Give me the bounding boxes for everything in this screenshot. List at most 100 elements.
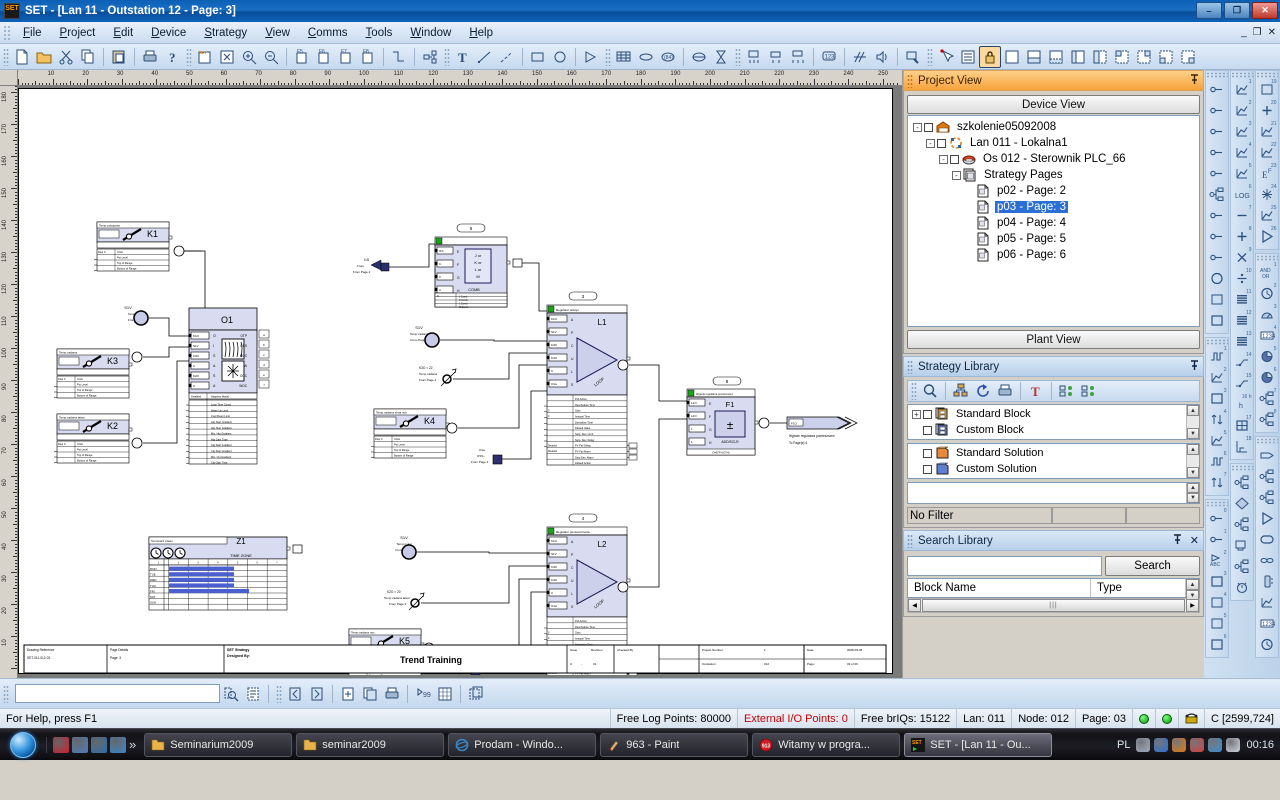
column-block-name[interactable]: Block Name [908,579,1091,597]
updown-icon[interactable]: 4 [1206,409,1228,430]
minus-icon[interactable]: 7 [1231,205,1253,226]
show-desktop-icon[interactable] [72,736,88,753]
page-f6-icon[interactable]: F6 [313,46,335,68]
tree-expander[interactable]: + [912,409,921,419]
scroll-left-button[interactable]: ◀ [908,599,921,612]
layout-left-icon[interactable] [1067,46,1089,68]
palette-grip[interactable] [1230,465,1253,471]
library-item[interactable]: + Standard Block [910,406,1184,422]
tree-item-szkolenie05092008[interactable]: - szkolenie05092008 [910,119,1197,135]
taskbar-item-0[interactable]: Seminarium2009 [144,732,293,757]
taskbar-item-3[interactable]: 963 - Paint [600,732,749,757]
scroll-up-button[interactable]: ▲ [1187,405,1199,416]
align-middle-icon[interactable] [765,46,787,68]
pin-icon[interactable] [1186,73,1203,88]
print-icon[interactable] [139,46,161,68]
find-list-icon[interactable] [242,683,264,705]
page-grid-icon[interactable] [434,683,456,705]
tree-checkbox[interactable] [937,138,946,148]
rectangle-tool-icon[interactable] [527,46,549,68]
block-list-box[interactable]: + Standard Block Custom Block ▲ ▼ [907,404,1200,440]
print-library-icon[interactable] [994,380,1016,402]
abc-icon[interactable]: ABC 2 [1206,550,1228,571]
tree-item-p05[interactable]: p05 - Page: 5 [910,231,1197,247]
plus-icon[interactable]: 8 [1231,226,1253,247]
taskbar-item-4[interactable]: 913 Witamy w progra... [752,732,901,757]
gauge-icon[interactable]: 3 [1256,304,1278,325]
node7-icon[interactable]: 7 [1256,388,1278,409]
solution-list-box[interactable]: Standard Solution Custom Solution ▲ ▼ [907,443,1200,479]
palette-grip[interactable] [1205,501,1228,507]
tree-item-lan[interactable]: - Lan 011 - Lokalna1 [910,135,1197,151]
wave-icon[interactable]: 6 [1206,451,1228,472]
pointer-select-icon[interactable] [935,46,957,68]
line-tool-icon[interactable] [474,46,496,68]
close-button[interactable]: ✕ [1252,2,1278,19]
new-file-icon[interactable] [11,46,33,68]
strategy-diagram[interactable]: Temp pokojowaK1KNOBDisp C UnitsPot LevelT… [19,89,894,678]
tree-item-strategy[interactable]: - Strategy Pages [910,167,1197,183]
tree-item-p06[interactable]: p06 - Page: 6 [910,247,1197,263]
toolbar-grip[interactable] [735,47,741,66]
list-view-icon[interactable] [957,46,979,68]
strategy-canvas-area[interactable]: 10 20 30 40 50 60 70 80 90 100 110 120 130 140 150 160 1… [0,70,902,678]
library-checkbox[interactable] [923,409,932,419]
findbar-grip[interactable] [3,684,9,703]
tree-expander[interactable]: - [939,154,948,164]
library-checkbox[interactable] [923,448,932,458]
align-bottom-icon[interactable] [743,46,765,68]
taskbar-item-5[interactable]: SET SET - [Lan 11 - Ou... [904,732,1053,757]
curve3-icon[interactable]: 3 [1231,121,1253,142]
menu-strategy[interactable]: Strategy [195,24,256,42]
pie1-icon[interactable]: 5 [1256,346,1278,367]
library-detail-scrollbar[interactable]: ▲ ▼ [1186,483,1199,503]
bars2-icon[interactable]: 12 [1231,310,1253,331]
flow-icon[interactable] [1231,514,1253,535]
scroll-right-button[interactable]: ▶ [1186,599,1199,612]
arrow-tool-icon[interactable] [580,46,602,68]
scroll-down-button[interactable]: ▼ [1187,493,1199,503]
maximize-button[interactable]: ❐ [1224,2,1250,19]
menu-comms[interactable]: Comms [299,24,357,42]
find-next-icon[interactable] [220,683,242,705]
tree-expander[interactable]: - [913,122,922,132]
network-tray-icon[interactable] [1208,737,1223,752]
search-button[interactable]: Search [1105,556,1200,576]
scroll-up-button[interactable]: ▲ [1187,444,1199,455]
menu-file[interactable]: File [14,24,51,42]
scroll-up-button[interactable]: ▲ [1186,579,1199,590]
clock2-icon[interactable] [1256,634,1278,655]
zoom-out-icon[interactable] [260,46,282,68]
tree-expander[interactable]: - [952,170,961,180]
arrows-icon[interactable]: 7 [1206,472,1228,493]
palette-grip[interactable] [1255,438,1278,444]
switch-icon[interactable]: 14 [1231,352,1253,373]
id-tool-icon[interactable] [688,46,710,68]
tree-item-p04[interactable]: p04 - Page: 4 [910,215,1197,231]
page-f7-icon[interactable]: F7 [335,46,357,68]
pin-icon[interactable] [1186,359,1203,374]
language-indicator[interactable]: PL [1117,739,1130,751]
cut-icon[interactable] [55,46,77,68]
menu-edit[interactable]: Edit [104,24,142,42]
find-input[interactable] [15,684,220,703]
network-icon[interactable] [1231,472,1253,493]
curve5-icon[interactable]: 5 [1231,163,1253,184]
menu-grip[interactable] [3,24,11,41]
refresh-icon[interactable] [972,380,994,402]
layout-bottom-icon[interactable] [1045,46,1067,68]
settings-icon[interactable] [902,46,924,68]
lock-icon[interactable] [979,45,1001,68]
block-list-scrollbar[interactable]: ▲ ▼ [1186,405,1199,439]
device-view-button[interactable]: Device View [907,95,1200,114]
polyline-tool-icon[interactable] [496,46,518,68]
round-tool-icon[interactable] [635,46,657,68]
box-out-icon[interactable]: 6 [1206,634,1228,655]
tree-item-p03[interactable]: p03 - Page: 3 [910,199,1197,215]
search-library-icon[interactable] [919,380,941,402]
toolbar-grip[interactable] [927,47,933,66]
menu-device[interactable]: Device [142,24,195,42]
tag-icon[interactable] [1256,445,1278,466]
layout-corner-tl-icon[interactable] [1111,46,1133,68]
pie2-icon[interactable]: 6 [1256,367,1278,388]
